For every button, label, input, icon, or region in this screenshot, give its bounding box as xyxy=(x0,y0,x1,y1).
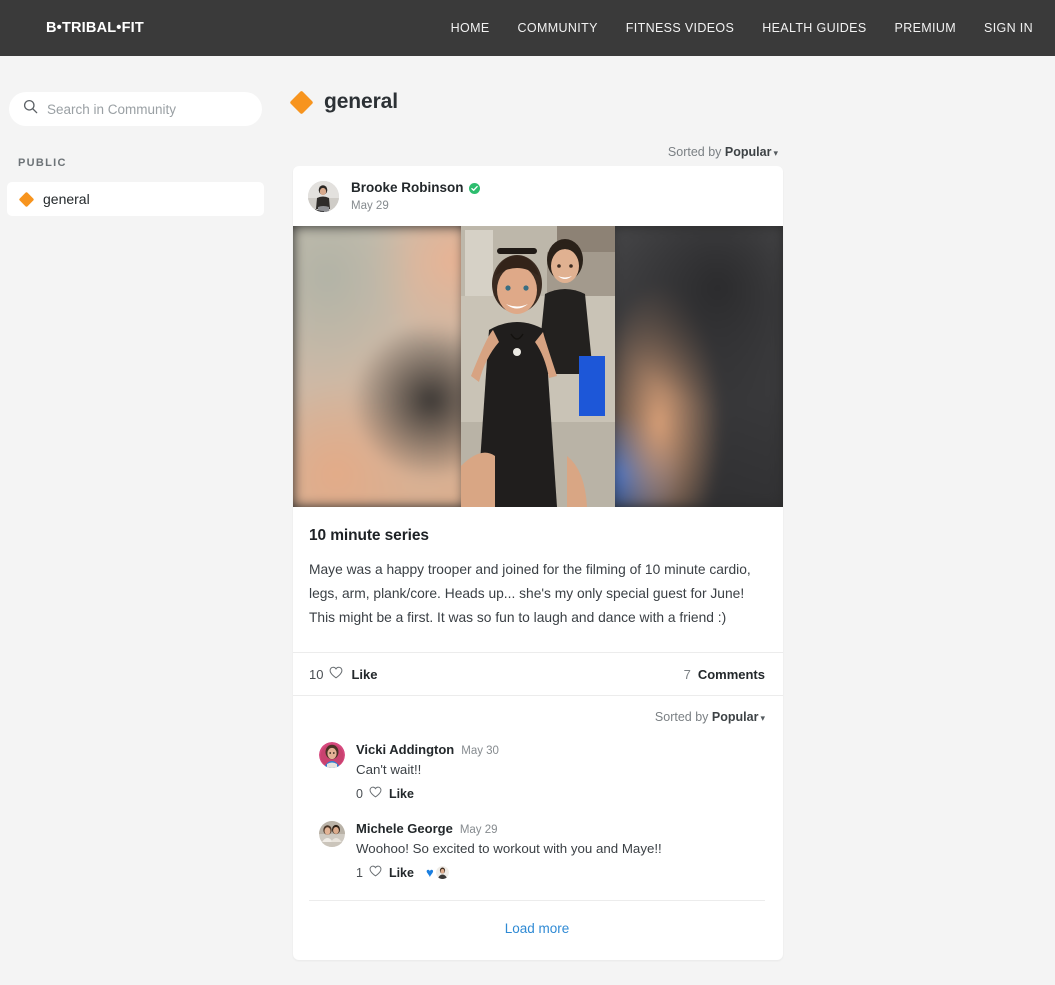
comment-like-label[interactable]: Like xyxy=(389,866,414,880)
like-count: 10 xyxy=(309,666,324,682)
comment-like-label[interactable]: Like xyxy=(389,787,414,801)
like-label: Like xyxy=(351,666,378,682)
nav-item-sign-in[interactable]: SIGN IN xyxy=(984,21,1033,35)
load-more-button[interactable]: Load more xyxy=(505,921,570,936)
chevron-down-icon: ▾ xyxy=(760,713,765,724)
search-icon xyxy=(23,99,38,119)
heart-icon[interactable] xyxy=(369,865,382,880)
blue-heart-icon: ♥ xyxy=(425,865,434,881)
comment-date: May 29 xyxy=(459,824,498,837)
comment-item: Michele George May 29 Woohoo! So excited… xyxy=(309,821,765,900)
comment-sort-value: Popular xyxy=(711,710,759,725)
comment-body: Michele George May 29 Woohoo! So excited… xyxy=(356,821,662,880)
comment-date: May 30 xyxy=(461,745,499,758)
site-logo[interactable]: B•TRIBAL•FIT xyxy=(46,20,144,36)
comments-section: Sorted by Popular ▾ Vicki Addington May … xyxy=(293,695,783,960)
post-body: 10 minute series Maye was a happy troope… xyxy=(293,507,783,652)
heart-icon xyxy=(329,666,343,682)
comment-sort-prefix: Sorted by xyxy=(654,710,709,725)
chevron-down-icon: ▾ xyxy=(773,148,778,158)
post-sort-dropdown[interactable]: Sorted by Popular ▾ xyxy=(668,145,778,159)
nav-item-health-guides[interactable]: HEALTH GUIDES xyxy=(762,21,866,35)
nav-item-community[interactable]: COMMUNITY xyxy=(518,21,598,35)
post-author-name[interactable]: Brooke Robinson xyxy=(351,180,464,197)
comment-header: Michele George May 29 xyxy=(356,821,662,836)
comment-text: Woohoo! So excited to workout with you a… xyxy=(356,841,662,857)
search-input[interactable] xyxy=(47,101,237,117)
comment-text: Can't wait!! xyxy=(356,762,422,778)
sidebar-item-label: general xyxy=(43,191,90,207)
heart-icon[interactable] xyxy=(369,786,382,801)
image-subject xyxy=(461,226,615,508)
sidebar-item-general[interactable]: general xyxy=(7,182,264,216)
comment-item: Vicki Addington May 30 Can't wait!! 0 Li… xyxy=(309,742,765,821)
author-row: Brooke Robinson xyxy=(351,180,480,197)
post-text: Maye was a happy trooper and joined for … xyxy=(309,562,751,626)
load-more-container: Load more xyxy=(309,900,765,960)
post-image[interactable] xyxy=(293,226,783,508)
avatar[interactable] xyxy=(319,821,345,848)
page-title: general xyxy=(324,90,398,113)
sidebar: PUBLIC general xyxy=(0,56,282,985)
reactor-avatar xyxy=(435,866,449,880)
like-button[interactable]: 10 Like xyxy=(309,666,377,682)
diamond-icon xyxy=(18,191,35,207)
post-title: 10 minute series xyxy=(309,527,429,545)
page-header: general xyxy=(289,89,398,115)
top-navigation-bar: B•TRIBAL•FIT HOME COMMUNITY FITNESS VIDE… xyxy=(0,0,1055,56)
search-box[interactable] xyxy=(9,92,262,126)
comment-count: 7 xyxy=(683,666,691,682)
nav-item-home[interactable]: HOME xyxy=(451,21,490,35)
comment-author-name[interactable]: Vicki Addington xyxy=(356,742,454,757)
comment-like-count: 1 xyxy=(356,865,363,880)
avatar[interactable] xyxy=(308,181,339,213)
comment-author-name[interactable]: Michele George xyxy=(356,821,453,836)
sidebar-section-public: PUBLIC xyxy=(18,157,67,169)
verified-badge-icon xyxy=(468,182,480,194)
comment-reaction-badge[interactable]: ♥ xyxy=(425,865,449,881)
image-blur-backdrop-left xyxy=(293,226,465,508)
comments-label: Comments xyxy=(697,666,765,682)
image-blur-backdrop-right xyxy=(611,226,783,508)
comment-sort-dropdown[interactable]: Sorted by Popular ▾ xyxy=(309,710,765,724)
sort-value: Popular xyxy=(724,145,772,159)
comment-actions: 0 Like xyxy=(356,786,499,801)
diamond-icon xyxy=(289,89,314,115)
post-header: Brooke Robinson May 29 xyxy=(293,166,783,226)
comment-body: Vicki Addington May 30 Can't wait!! 0 Li… xyxy=(356,742,499,801)
post-meta: Brooke Robinson May 29 xyxy=(351,180,480,213)
main-content: general Sorted by Popular ▾ Brooke Robin… xyxy=(282,56,1055,985)
nav-item-fitness-videos[interactable]: FITNESS VIDEOS xyxy=(626,21,734,35)
post-engagement-bar: 10 Like 7 Comments xyxy=(293,652,783,695)
comment-actions: 1 Like ♥ xyxy=(356,865,662,880)
post-card: Brooke Robinson May 29 10 minute series … xyxy=(293,166,783,961)
avatar[interactable] xyxy=(319,742,345,769)
comment-like-count: 0 xyxy=(356,786,363,801)
comments-button[interactable]: 7 Comments xyxy=(684,667,765,682)
main-nav: HOME COMMUNITY FITNESS VIDEOS HEALTH GUI… xyxy=(451,21,1033,35)
sort-prefix: Sorted by xyxy=(667,145,722,159)
comment-header: Vicki Addington May 30 xyxy=(356,742,499,757)
post-date: May 29 xyxy=(351,199,389,212)
nav-item-premium[interactable]: PREMIUM xyxy=(895,21,956,35)
